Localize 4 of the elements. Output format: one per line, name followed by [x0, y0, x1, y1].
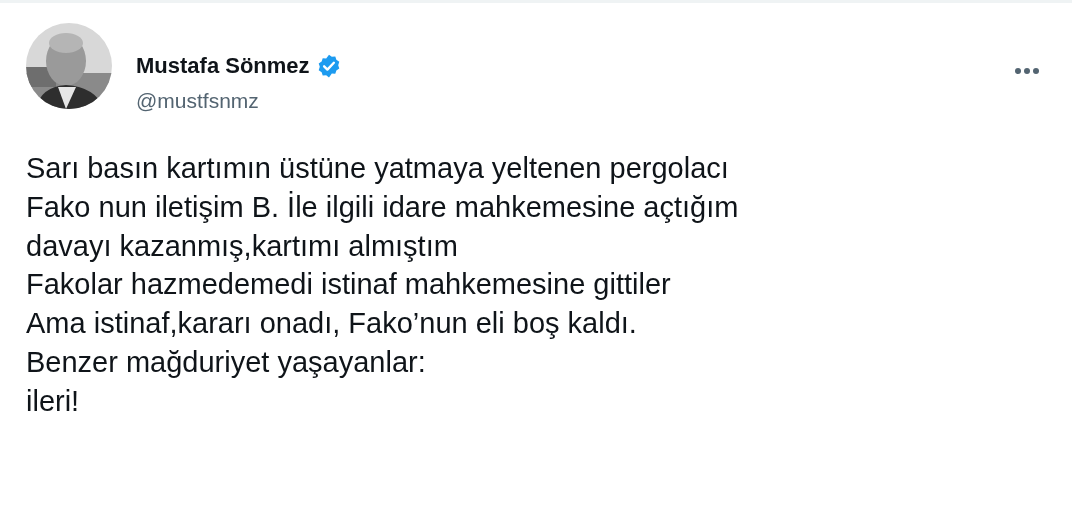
author-handle[interactable]: @mustfsnmz [136, 89, 342, 113]
tweet-text: Sarı basın kartımın üstüne yatmaya yeltenen pergolacı Fako nun iletişim B. İle ilgili idare mahkemesine açtığım davayı kazanmış,kartımı almıştım Fakolar hazmedemedi istinaf mahkemesine gittiler Ama istinaf,kararı onadı, Fako’nun eli boş kaldı. Benzer mağduriyet yaşayanlar: ileri! [26, 151, 740, 419]
more-options-icon[interactable] [1014, 67, 1040, 75]
author-name[interactable]: Mustafa Sönmez [136, 53, 310, 79]
